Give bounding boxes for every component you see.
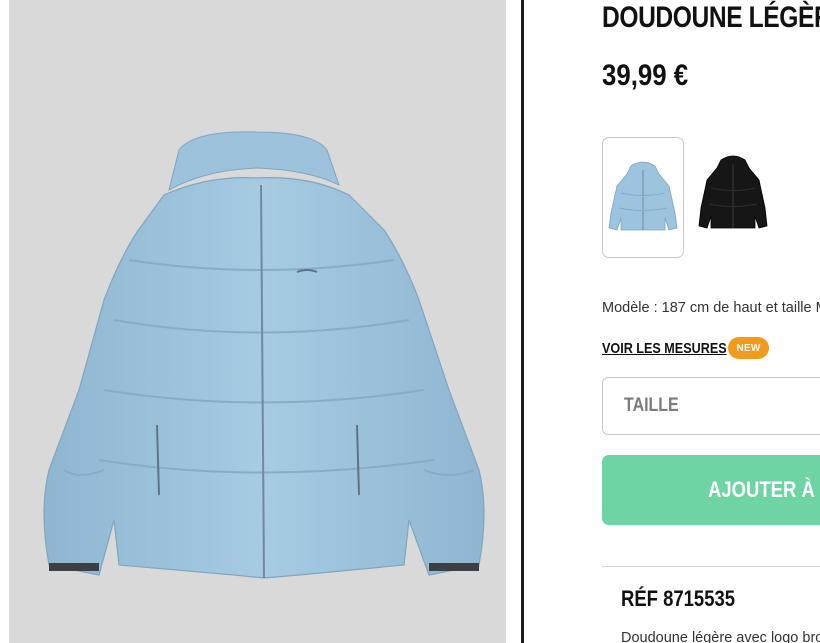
left-margin: [0, 0, 9, 643]
size-select[interactable]: TAILLE: [602, 377, 820, 435]
new-badge: NEW: [728, 337, 769, 359]
model-info: Modèle : 187 cm de haut et taille M: [602, 300, 820, 316]
product-price: 39,99 €: [602, 59, 689, 92]
product-title: DOUDOUNE LÉGÈRE: [602, 1, 820, 34]
puffer-jacket-icon: [43, 131, 485, 579]
product-description: Doudoune légère avec logo brodé: [621, 630, 820, 643]
add-to-cart-label: AJOUTER À MON PANIER: [708, 477, 820, 502]
section-divider: [602, 566, 820, 567]
product-reference[interactable]: RÉF 8715535: [621, 586, 735, 612]
size-select-placeholder: TAILLE: [624, 395, 679, 416]
add-to-cart-button[interactable]: AJOUTER À MON PANIER: [602, 455, 820, 525]
jacket-thumbnail-icon: [698, 155, 768, 229]
color-swatch-black[interactable]: [692, 137, 774, 258]
image-gap: [506, 0, 522, 643]
view-measures-link[interactable]: VOIR LES MESURES: [602, 340, 727, 357]
product-main-image[interactable]: [9, 0, 506, 643]
color-swatch-light-blue[interactable]: [602, 137, 684, 258]
measures-row: VOIR LES MESURES NEW: [602, 336, 769, 360]
product-info-panel: DOUDOUNE LÉGÈRE 39,99 € Modèle : 187 cm …: [524, 0, 820, 643]
jacket-thumbnail-icon: [608, 161, 678, 231]
